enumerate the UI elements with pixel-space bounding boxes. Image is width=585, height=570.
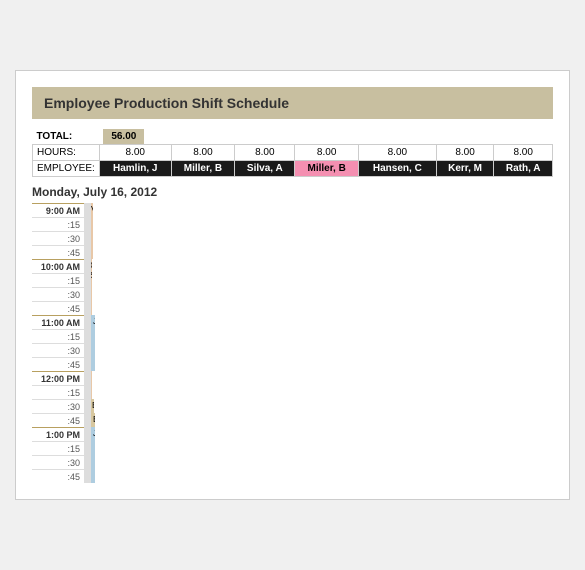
emp-hamlin: Hamlin, J — [99, 161, 171, 177]
time-1130: :30 — [32, 343, 84, 357]
emp-miller1: Miller, B — [171, 161, 235, 177]
time-130: :30 — [32, 455, 84, 469]
hours-label: HOURS: — [33, 145, 100, 161]
hours-hansen: 8.00 — [358, 145, 436, 161]
time-115: :15 — [32, 441, 84, 455]
emp-miller2: Miller, B — [295, 161, 359, 177]
time-145: :45 — [32, 469, 84, 483]
time-1000: 10:00 AM — [32, 259, 84, 273]
hours-hamlin: 8.00 — [99, 145, 171, 161]
page-title: Employee Production Shift Schedule — [32, 87, 553, 119]
emp-silva: Silva, A — [235, 161, 295, 177]
total-label: TOTAL: — [33, 129, 100, 145]
schedule-grid: 9:00 AM :15 :30 :45 10:00 AM :15 :30 :45… — [32, 203, 553, 483]
page-container: Employee Production Shift Schedule TOTAL… — [15, 70, 570, 500]
time-1115: :15 — [32, 329, 84, 343]
block-rath-break: Break — [91, 413, 95, 427]
time-100: 1:00 PM — [32, 427, 84, 441]
hours-kerr: 8.00 — [436, 145, 494, 161]
time-945: :45 — [32, 245, 84, 259]
time-915: :15 — [32, 217, 84, 231]
hours-silva: 8.00 — [235, 145, 295, 161]
col-rath: Janitor Break Janitor — [90, 203, 91, 483]
emp-hansen: Hansen, C — [358, 161, 436, 177]
time-1200: 12:00 PM — [32, 371, 84, 385]
hours-rath: 8.00 — [494, 145, 553, 161]
total-value: 56.00 — [103, 129, 144, 144]
hours-miller2: 8.00 — [295, 145, 359, 161]
time-930: :30 — [32, 231, 84, 245]
time-1245: :45 — [32, 413, 84, 427]
employee-label: EMPLOYEE: — [33, 161, 100, 177]
time-1045: :45 — [32, 301, 84, 315]
block-rath-janitor2: Janitor — [91, 427, 95, 483]
time-1100: 11:00 AM — [32, 315, 84, 329]
time-1145: :45 — [32, 357, 84, 371]
emp-rath: Rath, A — [494, 161, 553, 177]
time-1030: :30 — [32, 287, 84, 301]
summary-table: TOTAL: 56.00 HOURS: 8.00 8.00 8.00 8.00 … — [32, 129, 553, 177]
emp-kerr: Kerr, M — [436, 161, 494, 177]
date-header: Monday, July 16, 2012 — [32, 185, 553, 199]
block-rath-janitor1: Janitor — [91, 315, 95, 371]
hours-miller1: 8.00 — [171, 145, 235, 161]
time-column: 9:00 AM :15 :30 :45 10:00 AM :15 :30 :45… — [32, 203, 84, 483]
time-1015: :15 — [32, 273, 84, 287]
time-1215: :15 — [32, 385, 84, 399]
time-1230: :30 — [32, 399, 84, 413]
time-900: 9:00 AM — [32, 203, 84, 217]
